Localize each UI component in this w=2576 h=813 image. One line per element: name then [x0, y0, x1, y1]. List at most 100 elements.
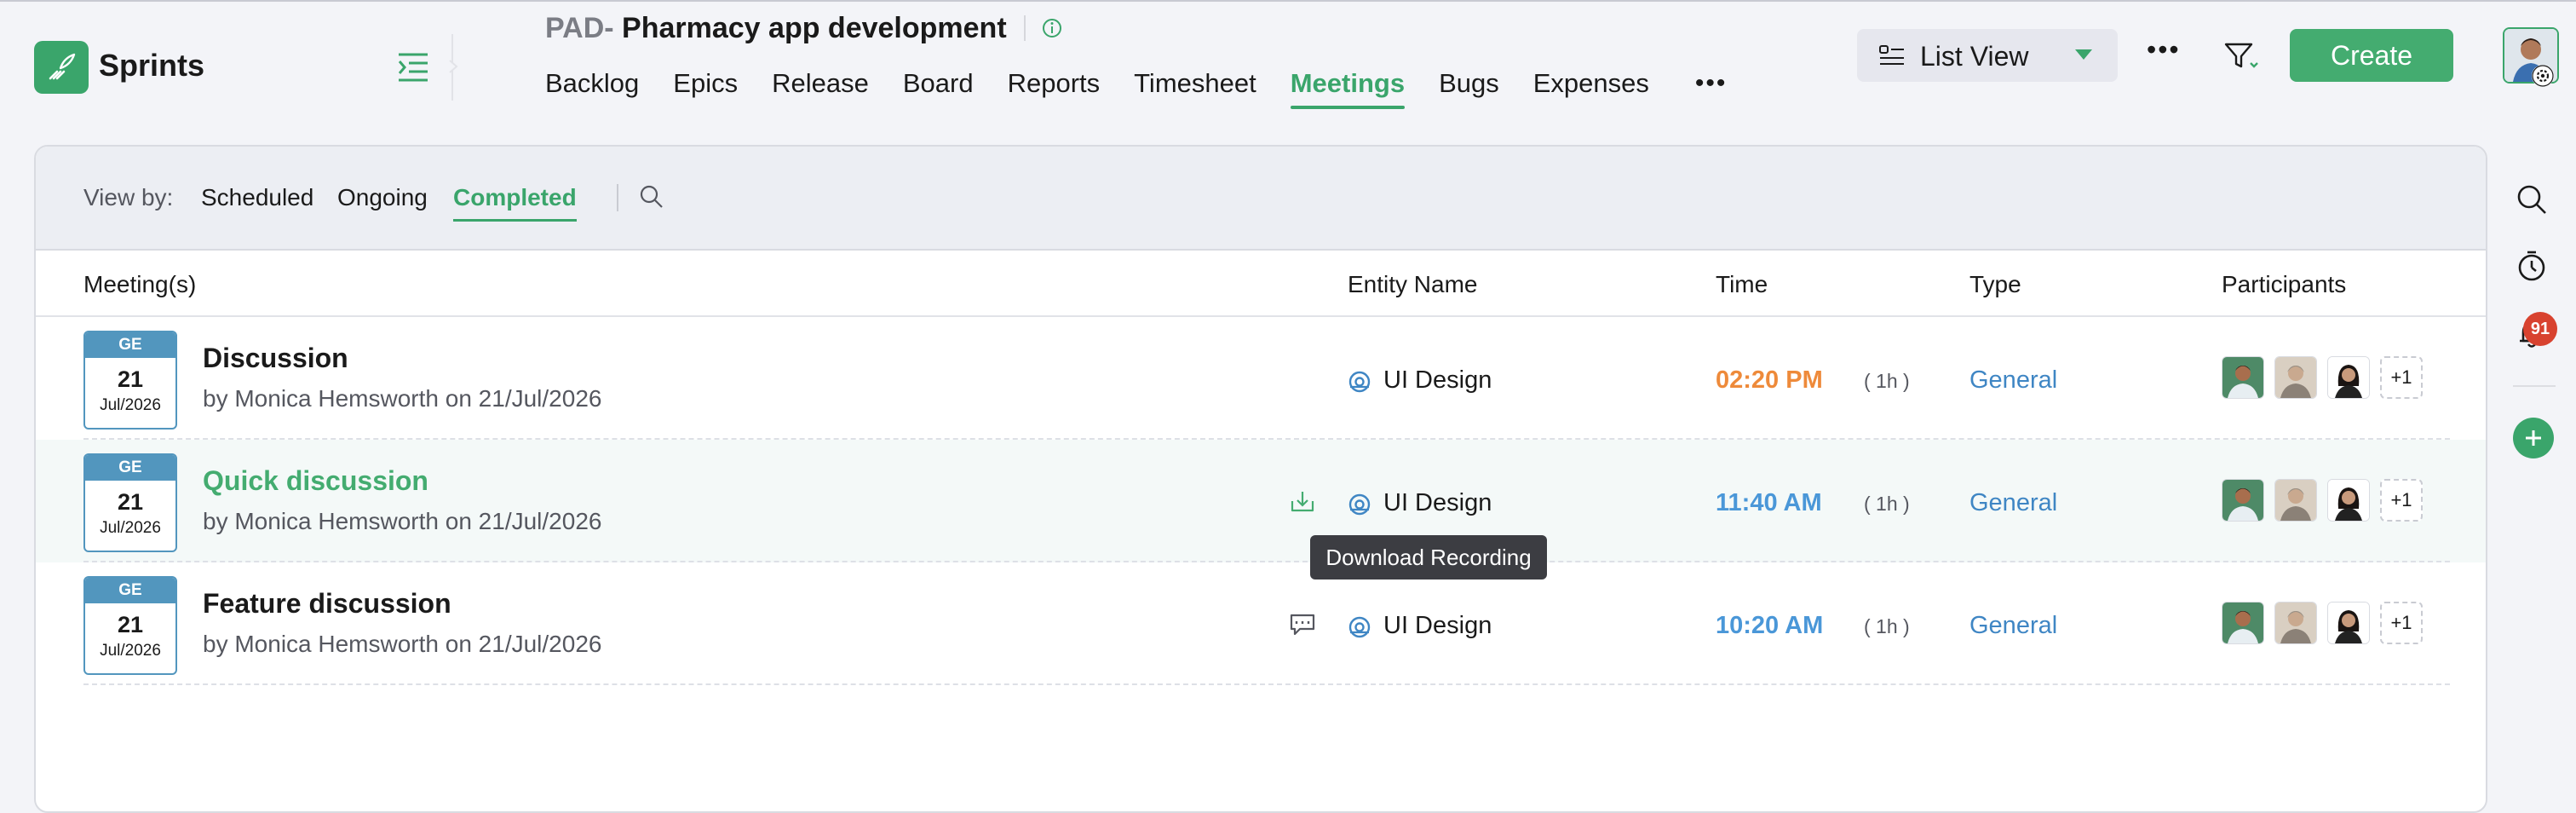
table-row[interactable]: GE 21 Jul/2026 Feature discussion by Mon…	[36, 562, 2486, 685]
sprints-logo-icon	[49, 53, 76, 80]
tab-bugs[interactable]: Bugs	[1439, 68, 1499, 99]
download-recording-icon[interactable]	[1288, 489, 1317, 515]
column-header-participants: Participants	[2222, 271, 2347, 297]
tab-board[interactable]: Board	[903, 68, 974, 99]
view-by-bar: View by: Scheduled Ongoing Completed	[36, 147, 2486, 251]
entity-name[interactable]: UI Design	[1383, 489, 1492, 517]
meeting-title[interactable]: Quick discussion	[203, 465, 428, 497]
participant-avatar	[2327, 479, 2370, 522]
sidebar-toggle-icon[interactable]	[397, 49, 429, 84]
tab-backlog[interactable]: Backlog	[545, 68, 639, 99]
download-recording-tooltip: Download Recording	[1310, 535, 1547, 579]
plus-icon	[2526, 430, 2541, 446]
meeting-date-badge: GE 21 Jul/2026	[83, 331, 177, 430]
meeting-title[interactable]: Feature discussion	[203, 588, 451, 620]
meeting-time: 02:20 PM	[1716, 366, 1823, 394]
tab-meetings[interactable]: Meetings	[1290, 68, 1406, 109]
view-select-label: List View	[1920, 41, 2029, 72]
view-by-divider	[617, 184, 618, 211]
table-row[interactable]: GE 21 Jul/2026 Quick discussion by Monic…	[36, 440, 2486, 562]
view-tab-ongoing[interactable]: Ongoing	[337, 184, 428, 211]
view-tab-completed[interactable]: Completed	[453, 184, 577, 222]
table-row[interactable]: GE 21 Jul/2026 Discussion by Monica Hems…	[36, 317, 2486, 440]
participants-more[interactable]: +1	[2380, 356, 2423, 399]
add-button[interactable]	[2513, 418, 2554, 458]
tab-release[interactable]: Release	[772, 68, 869, 99]
meeting-duration: ( 1h )	[1864, 370, 1910, 392]
participant-avatar-image	[2222, 357, 2263, 398]
participant-avatar	[2222, 479, 2264, 522]
date-day: 21	[117, 489, 144, 515]
entity-name[interactable]: UI Design	[1383, 612, 1492, 640]
create-button[interactable]: Create	[2290, 29, 2453, 82]
date-day: 21	[117, 366, 144, 392]
nav-more-button[interactable]: •••	[1695, 69, 1728, 98]
date-tag: GE	[85, 455, 175, 481]
participant-avatar-image	[2328, 480, 2369, 521]
participants[interactable]: +1	[2222, 602, 2423, 644]
project-entity-icon	[1348, 493, 1371, 516]
meeting-type: General	[1969, 612, 2058, 639]
project-entity-icon	[1348, 616, 1371, 638]
list-view-icon	[1879, 45, 1904, 65]
sprints-logo[interactable]	[34, 41, 89, 94]
column-header-meetings[interactable]: Meeting(s)	[83, 271, 196, 298]
timer-icon[interactable]	[2515, 249, 2549, 283]
participant-avatar-image	[2275, 480, 2316, 521]
view-select[interactable]: List View	[1857, 29, 2118, 82]
column-header-time[interactable]: Time	[1716, 271, 1768, 298]
settings-gear-icon[interactable]	[2532, 65, 2554, 87]
participant-avatar-image	[2275, 357, 2316, 398]
project-nav: Backlog Epics Release Board Reports Time…	[545, 66, 1728, 109]
meeting-duration: ( 1h )	[1864, 493, 1910, 515]
entity-name[interactable]: UI Design	[1383, 366, 1492, 395]
search-icon[interactable]	[2515, 182, 2549, 216]
chat-summary-icon[interactable]	[1288, 612, 1317, 637]
notification-count-badge[interactable]: 91	[2523, 312, 2557, 346]
meetings-panel: View by: Scheduled Ongoing Completed Mee…	[34, 145, 2487, 813]
meeting-subtitle: by Monica Hemsworth on 21/Jul/2026	[203, 508, 602, 534]
participants[interactable]: +1	[2222, 356, 2423, 399]
header-more-button[interactable]: •••	[2147, 34, 2181, 66]
project-code: PAD-	[545, 12, 614, 44]
tab-timesheet[interactable]: Timesheet	[1134, 68, 1256, 99]
participant-avatar-image	[2222, 603, 2263, 643]
participant-avatar	[2222, 356, 2264, 399]
view-by-label: View by:	[83, 184, 174, 210]
meeting-date-badge: GE 21 Jul/2026	[83, 576, 177, 675]
tab-expenses[interactable]: Expenses	[1533, 68, 1649, 99]
tab-reports[interactable]: Reports	[1008, 68, 1101, 99]
participants-more[interactable]: +1	[2380, 479, 2423, 522]
participant-avatar-image	[2222, 480, 2263, 521]
column-header-entity[interactable]: Entity Name	[1348, 271, 1478, 298]
participant-avatar	[2222, 602, 2264, 644]
tab-epics[interactable]: Epics	[673, 68, 738, 99]
view-tab-scheduled[interactable]: Scheduled	[201, 184, 313, 211]
participants-more[interactable]: +1	[2380, 602, 2423, 644]
participant-avatar	[2274, 602, 2317, 644]
date-month-year: Jul/2026	[100, 519, 161, 537]
participant-avatar-image	[2275, 603, 2316, 643]
meeting-subtitle: by Monica Hemsworth on 21/Jul/2026	[203, 385, 602, 412]
meeting-duration: ( 1h )	[1864, 615, 1910, 637]
date-month-year: Jul/2026	[100, 642, 161, 660]
meeting-title[interactable]: Discussion	[203, 343, 348, 374]
date-day: 21	[117, 612, 144, 637]
column-header-type[interactable]: Type	[1969, 271, 2021, 298]
participant-avatar-image	[2328, 603, 2369, 643]
project-title-divider	[1024, 15, 1026, 41]
app-name: Sprints	[99, 48, 205, 83]
search-icon[interactable]	[637, 182, 666, 211]
info-icon[interactable]	[1041, 17, 1063, 39]
project-title[interactable]: PAD- Pharmacy app development	[545, 12, 1007, 45]
meeting-time: 10:20 AM	[1716, 612, 1824, 639]
date-tag: GE	[85, 578, 175, 603]
filter-icon[interactable]	[2223, 41, 2259, 72]
meeting-time: 11:40 AM	[1716, 489, 1822, 516]
participant-avatar	[2274, 479, 2317, 522]
meeting-subtitle: by Monica Hemsworth on 21/Jul/2026	[203, 631, 602, 657]
row-divider	[83, 683, 2450, 685]
participant-avatar	[2327, 602, 2370, 644]
table-header: Meeting(s) Entity Name Time Type Partici…	[36, 251, 2486, 317]
participants[interactable]: +1	[2222, 479, 2423, 522]
